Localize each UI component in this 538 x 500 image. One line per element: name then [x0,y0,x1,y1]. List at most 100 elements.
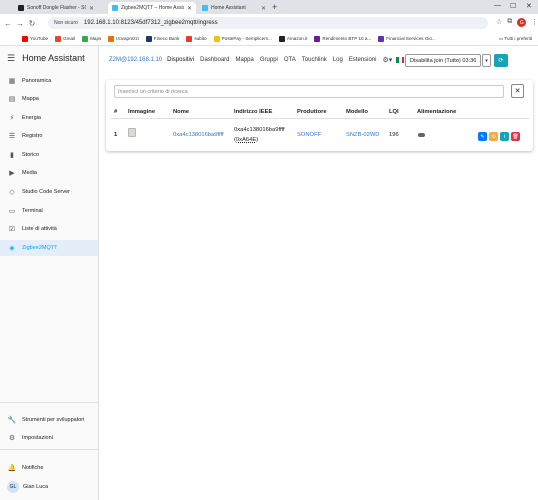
browser-tab-sonoff[interactable]: Sonoff Dongle Flasher - SONOFF ✕ [14,2,98,14]
bookmarks-folder-label: Tutti i preferiti [504,36,532,41]
sidebar-divider [0,402,98,403]
terminal-icon: ▭ [8,208,16,215]
menu-icon[interactable]: ☰ [7,53,15,64]
sidebar-item-registro[interactable]: ☰ Registro [0,128,98,144]
maximize-icon[interactable]: ☐ [510,2,516,10]
sidebar-item-studio-code-server[interactable]: ◇ Studio Code Server [0,184,98,200]
bookmark-fineco[interactable]: Fineco Bank [145,35,180,42]
rename-button[interactable]: ✎ [478,132,487,141]
bookmark-label: Fineco Bank [153,36,180,41]
reconfigure-button[interactable]: ⟲ [489,132,498,141]
z2m-host-link[interactable]: Z2M@192.168.1.10 [109,57,162,63]
nav-dashboard[interactable]: Dashboard [200,57,229,63]
sidebar-item-media[interactable]: ▶ Media [0,165,98,181]
nav-dispositivi[interactable]: Dispositivi [167,57,194,63]
home-assistant-favicon-icon [202,5,208,11]
sidebar-item-label: Notifiche [22,465,44,471]
column-header-manufacturer[interactable]: Produttore [297,109,327,115]
clear-search-button[interactable]: ✕ [511,84,524,98]
sidebar-item-impostazioni[interactable]: ⚙ Impostazioni [0,430,98,446]
url-field[interactable]: Non sicuro 192.168.1.10:8123/45df7312_zi… [48,17,488,29]
column-header-lqi[interactable]: LQI [389,109,399,115]
nav-log[interactable]: Log [333,57,343,63]
nav-gruppi[interactable]: Gruppi [260,57,278,63]
column-header-name[interactable]: Nome [173,109,189,115]
device-lqi: 196 [389,132,399,138]
sidebar-item-zigbee2mqtt[interactable]: ◈ Zigbee2MQTT [0,240,98,256]
restart-icon[interactable]: ⟳ [494,54,508,67]
bookmark-trovaprezzi[interactable]: trovaprezzi [108,35,139,42]
close-icon[interactable]: ✕ [187,5,192,12]
nav-estensioni[interactable]: Estensioni [349,57,377,63]
bookmarks-bar: YouTube Gmail Maps trovaprezzi Fineco Ba… [0,32,538,46]
italian-flag-icon[interactable] [396,57,405,63]
sidebar-item-label: Energia [22,115,41,121]
sidebar-item-liste-di-attivita[interactable]: ☑ Liste di attività [0,221,98,237]
nav-touchlink[interactable]: Touchlink [302,57,327,63]
device-name-link[interactable]: 0xa4c138016ba9ffff [173,132,224,138]
sidebar-item-energia[interactable]: ⚡ Energia [0,110,98,126]
search-input[interactable] [114,85,504,98]
close-icon[interactable]: ✕ [89,5,94,12]
ha-sidebar: ☰ Home Assistant ▦ Panoramica ▤ Mappa ⚡ … [0,46,99,500]
gear-icon: ⚙ [8,435,16,442]
forward-icon[interactable]: → [14,19,26,28]
device-ieee: 0xa4c138016ba9ffff [234,127,285,133]
nav-ota[interactable]: OTA [284,57,296,63]
close-icon[interactable]: ✕ [261,5,266,12]
bookmark-btp[interactable]: Rendimento BTP 10 a... [314,35,372,42]
device-nwk-address: (0xA64E) [234,137,259,143]
column-header-index[interactable]: # [114,109,117,115]
sidebar-item-label: Liste di attività [22,226,57,232]
bookmark-maps[interactable]: Maps [82,35,101,42]
bookmarks-folder[interactable]: ▭ Tutti i preferiti [499,36,532,42]
profile-avatar[interactable]: G [517,18,527,27]
sidebar-item-label: Panoramica [22,78,52,84]
column-header-power[interactable]: Alimentazione [417,109,456,115]
sidebar-item-panoramica[interactable]: ▦ Panoramica [0,73,98,89]
sidebar-item-user[interactable]: GL Gian Luca [0,479,98,495]
financial-icon [378,35,385,42]
column-header-image[interactable]: Immagine [128,109,155,115]
bookmark-label: Financial Services Gio... [386,36,436,41]
disable-join-button[interactable]: Disabilita join (Tutto) 03:36 [405,54,482,67]
bookmark-gmail[interactable]: Gmail [55,35,76,42]
security-indicator[interactable]: Non sicuro [54,20,78,26]
back-icon[interactable]: ← [2,19,14,28]
sidebar-item-terminal[interactable]: ▭ Terminal [0,203,98,219]
browser-tab-home-assistant[interactable]: Home Assistant ✕ [198,2,270,14]
bookmark-subito[interactable]: subito [186,35,207,42]
bookmark-label: Rendimento BTP 10 a... [322,36,372,41]
remove-button[interactable]: 🗑 [511,132,520,141]
sidebar-title: Home Assistant [22,53,85,63]
minimize-icon[interactable]: — [494,2,501,9]
browser-tab-zigbee2mqtt[interactable]: Zigbee2MQTT – Home Assistant ✕ [108,2,196,14]
sonoff-favicon-icon [18,5,24,11]
join-dropdown-icon[interactable]: ▾ [482,54,491,67]
more-icon[interactable]: ⋮ [531,18,538,27]
column-header-ieee[interactable]: Indirizzo IEEE [234,109,272,115]
star-icon[interactable]: ☆ [496,18,502,27]
sidebar-item-notifiche[interactable]: 🔔 Notifiche [0,460,98,476]
new-tab-icon[interactable]: + [272,3,277,12]
address-bar-row: ← → ↻ Non sicuro 192.168.1.10:8123/45df7… [0,14,538,32]
bookmark-amazon[interactable]: Amazon.it [278,35,307,42]
device-model-link[interactable]: SNZB-02WD [346,132,380,138]
sidebar-item-strumenti-sviluppatori[interactable]: 🔧 Strumenti per sviluppatori [0,412,98,428]
window-close-icon[interactable]: ✕ [526,2,532,10]
sidebar-item-mappa[interactable]: ▤ Mappa [0,91,98,107]
device-manufacturer[interactable]: SONOFF [297,132,321,138]
column-header-model[interactable]: Modello [346,109,368,115]
interview-button[interactable]: i [500,132,509,141]
wrench-icon: 🔧 [7,417,17,424]
bookmark-youtube[interactable]: YouTube [22,35,48,42]
bookmark-financial[interactable]: Financial Services Gio... [378,35,436,42]
sidebar-item-storico[interactable]: ▮ Storico [0,147,98,163]
postepay-icon [213,35,220,42]
reload-icon[interactable]: ↻ [26,19,38,28]
bookmark-postepay[interactable]: PostePay - Semplicem... [213,35,272,42]
settings-gear-icon[interactable]: ⚙▾ [382,56,392,64]
extensions-icon[interactable]: ⧉ [507,18,512,27]
bookmark-label: Gmail [63,36,76,41]
nav-mappa[interactable]: Mappa [236,57,254,63]
